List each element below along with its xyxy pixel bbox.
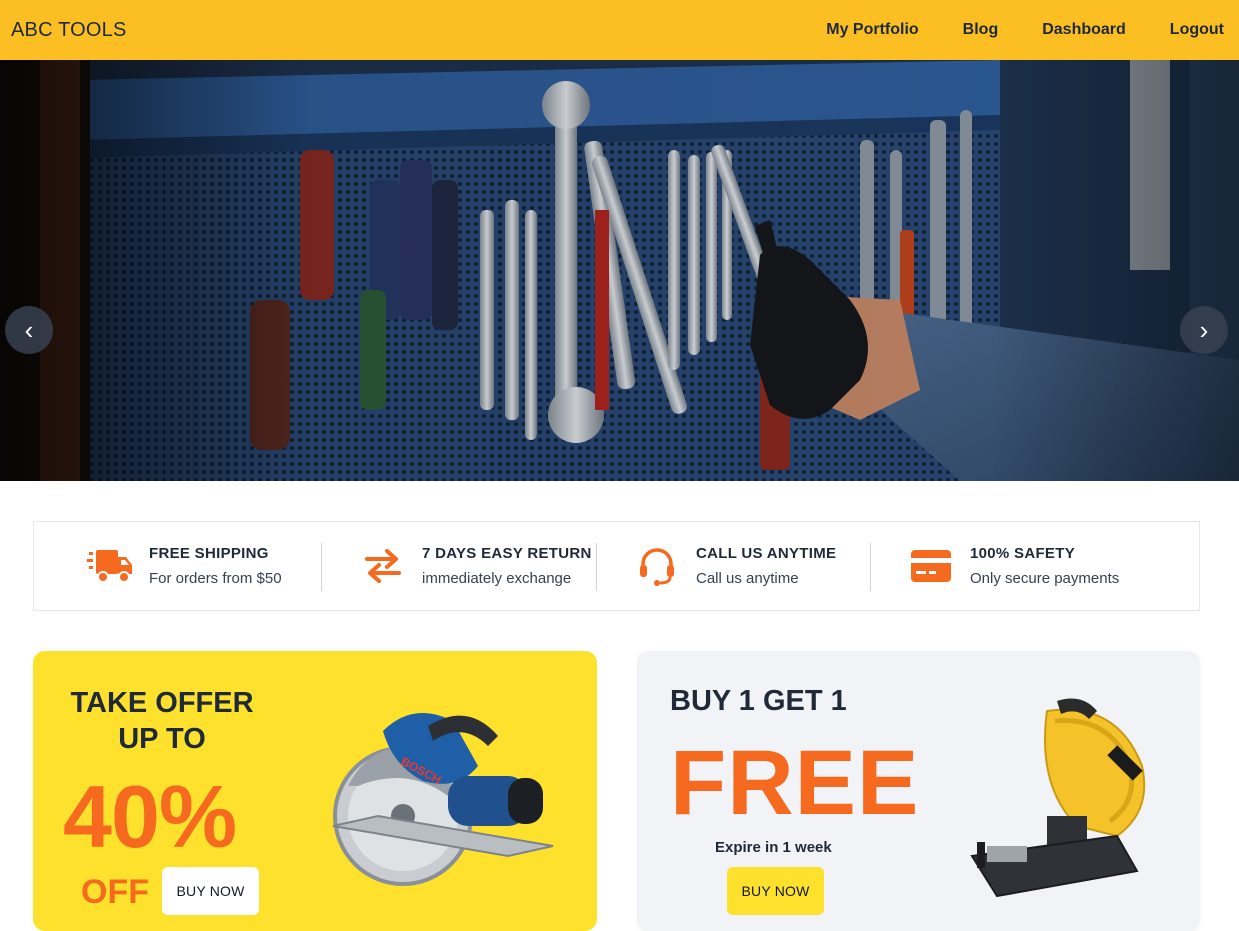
truck-icon (87, 543, 133, 589)
feature-subtitle: Only secure payments (970, 570, 1120, 587)
circular-saw-image: BOSCH (332, 713, 554, 886)
chevron-left-icon: ‹ (24, 315, 34, 345)
nav-links: My Portfolio Blog Dashboard Logout (826, 21, 1224, 39)
promo-bogo-expire: Expire in 1 week (715, 839, 832, 856)
headset-icon (634, 543, 680, 589)
feature-title: CALL US ANYTIME (696, 545, 837, 562)
feature-title: 100% SAFETY (970, 545, 1076, 562)
feature-title: 7 DAYS EASY RETURN (422, 545, 592, 562)
nav-link-logout[interactable]: Logout (1170, 21, 1224, 39)
feature-divider (870, 543, 871, 591)
feature-subtitle: immediately exchange (422, 570, 572, 587)
feature-divider (596, 543, 597, 591)
credit-card-icon (908, 543, 954, 589)
promo-offer-heading-line2: UP TO (118, 723, 206, 755)
hero-image-tools-wall (0, 60, 1239, 481)
promo-card-bogo: BUY 1 GET 1 FREE Expire in 1 week BUY NO… (637, 651, 1200, 931)
promo-bogo-heading: BUY 1 GET 1 (670, 685, 847, 717)
promo-offer-percent: 40% (63, 767, 237, 866)
exchange-icon (360, 543, 406, 589)
carousel-prev-button[interactable]: ‹ (5, 306, 53, 354)
navbar: ABC TOOLS My Portfolio Blog Dashboard Lo… (0, 0, 1239, 60)
feature-call-us: CALL US ANYTIME Call us anytime (634, 522, 836, 610)
promo-offer-buy-button[interactable]: BUY NOW (162, 867, 259, 915)
feature-subtitle: For orders from $50 (149, 570, 282, 587)
promo-offer-heading-line1: TAKE OFFER (70, 687, 254, 719)
hero-carousel: ‹ › (0, 60, 1239, 481)
carousel-next-button[interactable]: › (1180, 306, 1228, 354)
feature-easy-return: 7 DAYS EASY RETURN immediately exchange (360, 522, 592, 610)
chevron-right-icon: › (1199, 315, 1209, 345)
promo-bogo-free: FREE (670, 732, 920, 834)
feature-free-shipping: FREE SHIPPING For orders from $50 (87, 522, 282, 610)
promo-offer-heading: TAKE OFFER UP TO (33, 685, 291, 757)
feature-divider (321, 543, 322, 591)
promo-card-offer: TAKE OFFER UP TO 40% OFF BUY NOW BOSCH (33, 651, 597, 931)
nav-link-dashboard[interactable]: Dashboard (1042, 21, 1126, 39)
feature-safety: 100% SAFETY Only secure payments (908, 522, 1119, 610)
features-strip: FREE SHIPPING For orders from $50 7 DAYS… (33, 521, 1200, 611)
feature-title: FREE SHIPPING (149, 545, 269, 562)
feature-subtitle: Call us anytime (696, 570, 799, 587)
brand-logo[interactable]: ABC TOOLS (11, 19, 127, 42)
promo-offer-off: OFF (81, 873, 149, 911)
nav-link-blog[interactable]: Blog (963, 21, 999, 39)
promo-bogo-buy-button[interactable]: BUY NOW (727, 867, 824, 915)
nav-link-my-portfolio[interactable]: My Portfolio (826, 21, 918, 39)
chop-saw-image (970, 698, 1146, 898)
